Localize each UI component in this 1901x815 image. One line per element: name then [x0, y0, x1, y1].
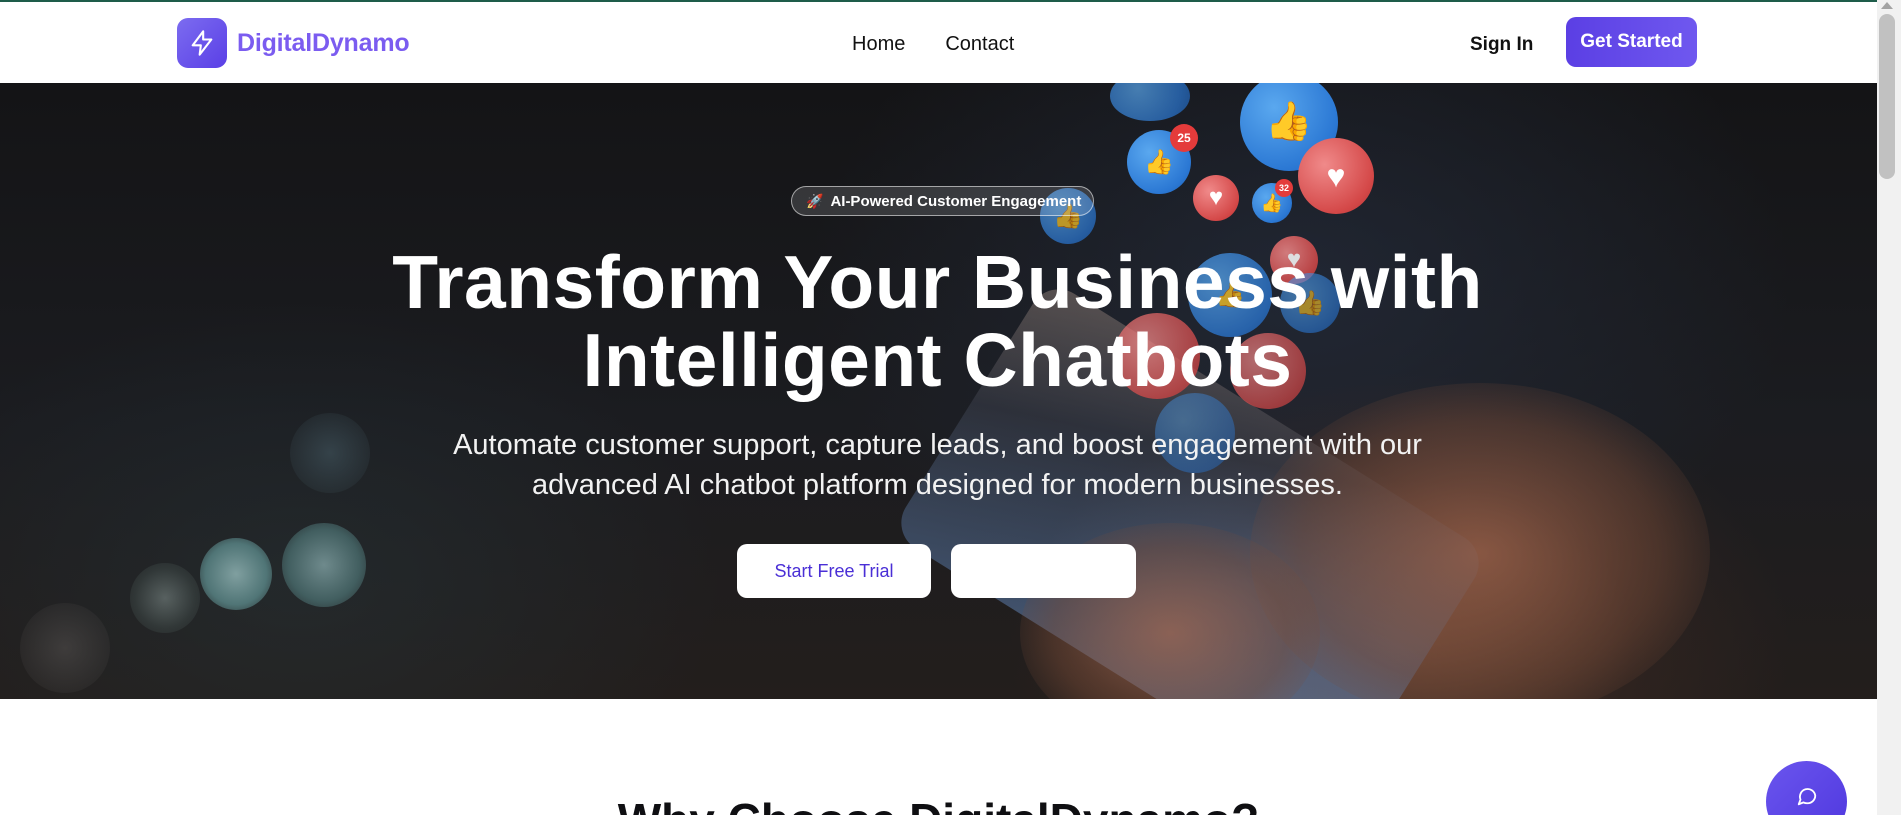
page: DigitalDynamo Home Contact Sign In Get S… — [0, 0, 1901, 815]
bokeh-light — [130, 563, 200, 633]
hero-tagline-text: AI-Powered Customer Engagement — [830, 192, 1082, 210]
heart-icon: ♥ — [1193, 175, 1239, 221]
why-choose-heading: Why Choose DigitalDynamo? — [0, 790, 1877, 815]
nav-link-contact[interactable]: Contact — [945, 30, 1014, 58]
nav-link-home[interactable]: Home — [852, 30, 905, 58]
bokeh-light — [200, 538, 272, 610]
thumbs-up-icon — [1110, 83, 1190, 121]
brand-name: DigitalDynamo — [237, 28, 410, 57]
hero-subtitle: Automate customer support, capture leads… — [453, 429, 1422, 501]
hero-section: 👍 25 👍 ♥ ♥ 👍 32 ♥ 👍 👍 👍 🚀 AI-Powered Cus… — [0, 83, 1877, 699]
bokeh-light — [290, 413, 370, 493]
hero-title: Transform Your Business with Intelligent… — [392, 240, 1483, 402]
main-nav: Home Contact — [852, 30, 1014, 58]
bokeh-light — [282, 523, 366, 607]
notification-count-badge: 32 — [1275, 179, 1293, 197]
chat-bubble-icon — [1796, 785, 1818, 810]
brand-logo-link[interactable]: DigitalDynamo — [177, 17, 410, 69]
rocket-icon: 🚀 — [806, 192, 824, 209]
start-free-trial-button[interactable]: Start Free Trial — [737, 544, 931, 598]
hero-tagline-pill: 🚀 AI-Powered Customer Engagement — [791, 186, 1095, 216]
notification-count-badge: 25 — [1170, 124, 1198, 152]
sign-in-link[interactable]: Sign In — [1470, 33, 1533, 57]
bokeh-light — [20, 603, 110, 693]
get-started-button[interactable]: Get Started — [1566, 17, 1697, 67]
scroll-up-arrow-icon[interactable] — [1881, 2, 1893, 9]
heart-icon: ♥ — [1298, 138, 1374, 214]
secondary-cta-button[interactable] — [951, 544, 1136, 598]
scrollbar-thumb[interactable] — [1879, 14, 1895, 179]
site-header: DigitalDynamo Home Contact Sign In Get S… — [0, 2, 1877, 83]
chat-widget-button[interactable] — [1766, 761, 1847, 815]
lightning-bolt-icon — [177, 18, 227, 68]
